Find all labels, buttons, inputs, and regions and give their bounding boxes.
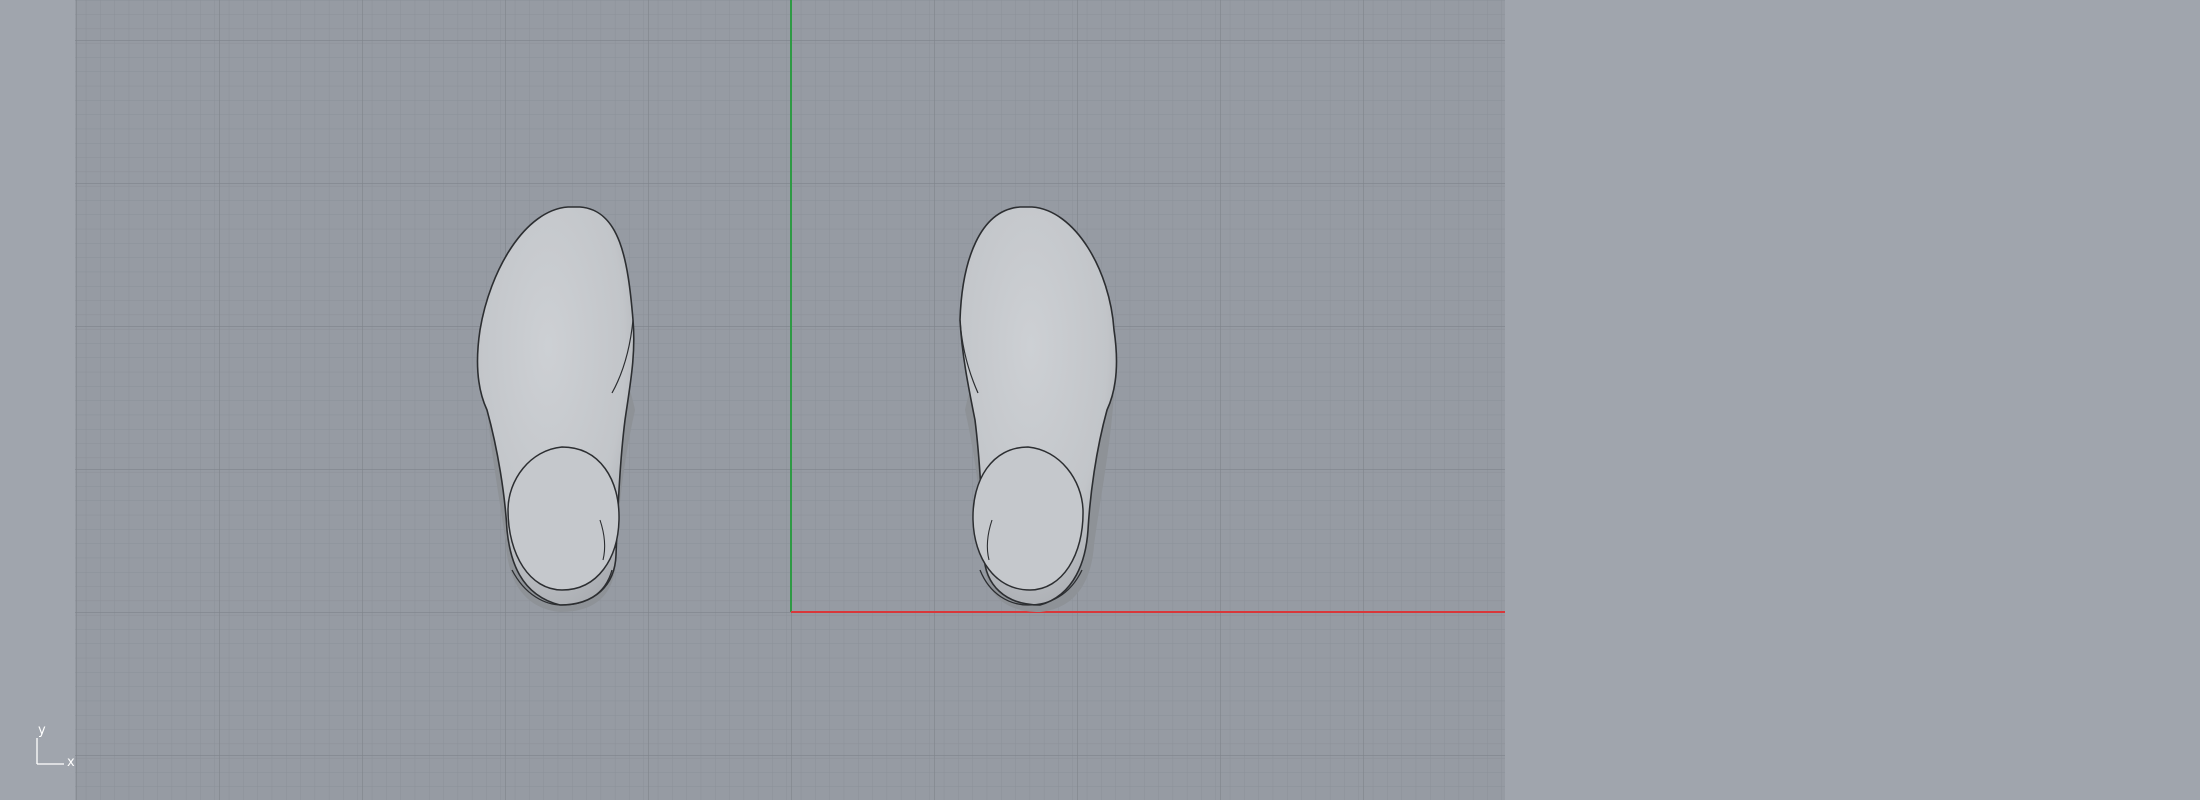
shoe-last-right-heel-seat [972, 446, 1084, 591]
viewport-top[interactable]: y x [0, 0, 2200, 800]
axis-widget-y-label: y [38, 723, 46, 738]
shoe-last-right[interactable] [959, 206, 1118, 612]
shoe-last-left-heel-seat [507, 446, 620, 591]
axis-widget: y x [36, 723, 75, 770]
rhino-viewport-window: y x [0, 0, 2200, 800]
viewport-canvas[interactable]: y x [0, 0, 2200, 800]
axis-widget-x-label: x [67, 755, 75, 770]
